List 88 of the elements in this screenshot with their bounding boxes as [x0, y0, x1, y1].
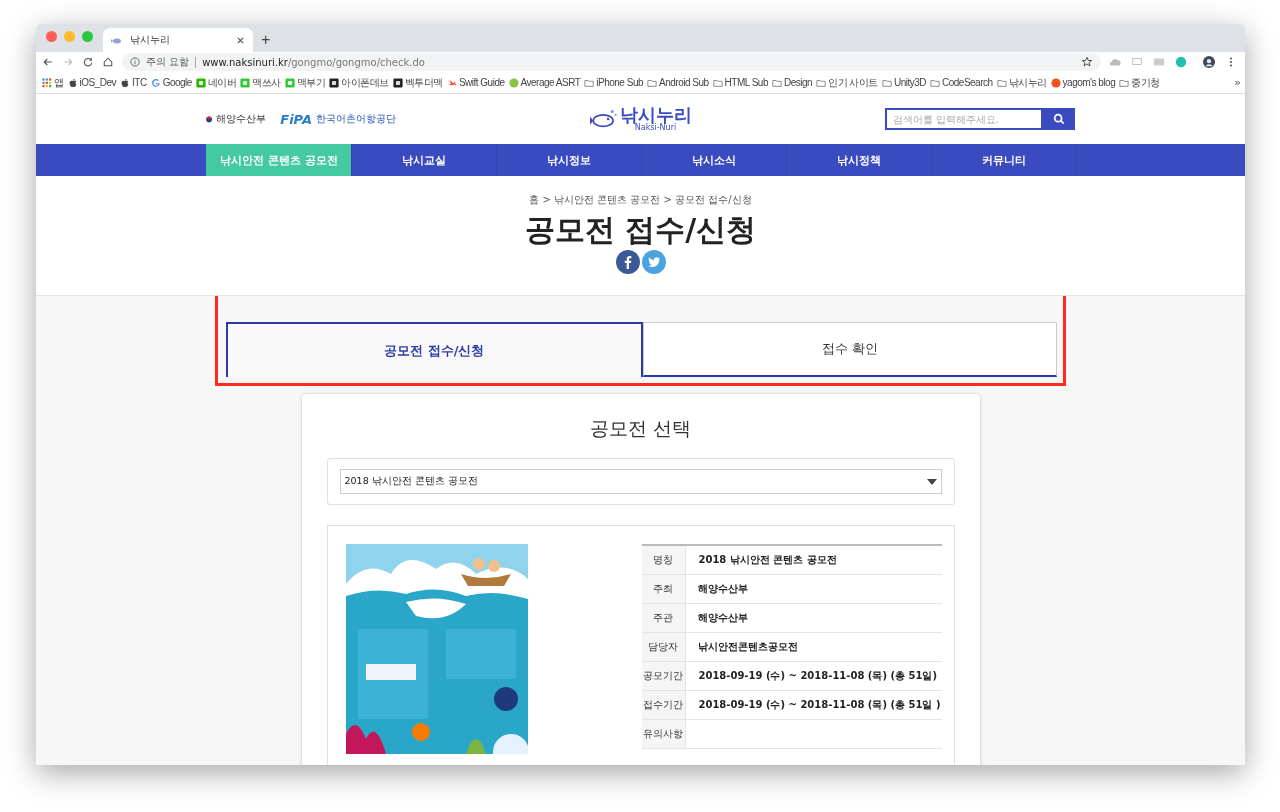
tab-title: 낚시누리	[130, 33, 171, 47]
agency-logo-text: 한국어촌어항공단	[316, 112, 396, 126]
bookmark[interactable]: 맥부기	[284, 75, 326, 90]
table-cell: 2018-09-19 (수) ~ 2018-11-08 (목) (총 51일 )	[685, 690, 942, 719]
square-icon	[392, 77, 403, 88]
bookmark[interactable]: CodeSearch	[930, 77, 993, 88]
folder-icon	[881, 77, 892, 88]
nav-item[interactable]: 낚시교실	[351, 144, 496, 176]
search-field[interactable]: 검색어를 입력해주세요.	[885, 108, 1043, 130]
contest-dropdown[interactable]: 2018 낚시안전 콘텐츠 공모전	[339, 469, 942, 494]
close-icon[interactable]	[236, 35, 245, 45]
table-header-cell: 명칭	[641, 545, 686, 574]
new-tab-button[interactable]: +	[253, 31, 279, 52]
ministry-logo-text: 해양수산부	[216, 112, 267, 126]
folder-icon	[996, 77, 1007, 88]
circle-icon	[508, 77, 519, 88]
bookmark[interactable]: 맥쓰사	[240, 75, 281, 90]
bookmark[interactable]: Design	[772, 77, 813, 88]
table-header-cell: 접수기간	[641, 690, 686, 719]
square-icon	[240, 77, 251, 88]
bookmark[interactable]: yagom's blog	[1050, 77, 1116, 88]
table-header-cell: 담당자	[641, 632, 686, 661]
square-icon	[284, 77, 295, 88]
table-cell: 해양수산부	[685, 603, 942, 632]
folder-icon	[816, 77, 827, 88]
bookmark[interactable]: Average ASRT	[508, 77, 581, 88]
table-header-cell: 주최	[641, 574, 686, 603]
square-icon	[195, 77, 206, 88]
folder-icon	[772, 77, 782, 88]
apps-grid-icon	[42, 77, 52, 88]
square-icon	[329, 77, 340, 88]
info-icon	[130, 57, 140, 67]
bookmark[interactable]: ITC	[120, 77, 147, 88]
more-bookmarks-button[interactable]: »	[1234, 76, 1241, 89]
table-cell: 해양수산부	[685, 574, 942, 603]
search-button[interactable]	[1043, 108, 1075, 130]
star-icon[interactable]	[1081, 56, 1093, 68]
bookmark[interactable]: 중기청	[1119, 75, 1160, 90]
site-logo-subtitle: Naksi-Nuri	[634, 124, 677, 132]
folder-icon	[712, 77, 723, 88]
browser-tab[interactable]: 낚시누리	[103, 28, 253, 52]
bookmark[interactable]: 네이버	[195, 75, 237, 90]
table-cell: 2018-09-19 (수) ~ 2018-11-08 (목) (총 51일)	[685, 661, 942, 690]
bookmark[interactable]: iPhone Sub	[584, 77, 643, 88]
nav-item[interactable]: 커뮤니티	[931, 144, 1076, 176]
folder-icon	[647, 77, 657, 88]
table-header-cell: 주관	[641, 603, 686, 632]
section-title: 공모전 선택	[588, 416, 692, 441]
nav-item[interactable]: 낚시정책	[786, 144, 931, 176]
bookmark[interactable]: HTML Sub	[712, 77, 768, 88]
folder-icon	[930, 77, 940, 88]
table-header-cell: 유의사항	[641, 719, 686, 748]
caret-icon	[926, 478, 937, 485]
site-logo-text[interactable]: 낚시누리	[619, 106, 692, 124]
circle-icon	[1050, 77, 1061, 88]
tab[interactable]: 공모전 접수/신청	[226, 322, 643, 377]
nav-item[interactable]: 낚시소식	[641, 144, 786, 176]
folder-icon	[1119, 77, 1130, 88]
breadcrumb: 홈 > 낚시안전 콘텐츠 공모전 > 공모전 접수/신청	[529, 193, 752, 207]
bookmark[interactable]: 앱	[42, 75, 64, 90]
bookmark[interactable]: 아이폰데브	[329, 75, 389, 90]
table-header-cell: 공모기간	[641, 661, 686, 690]
bookmark[interactable]: 낚시누리	[996, 75, 1047, 90]
table-cell: 2018 낚시안전 콘텐츠 공모전	[685, 545, 942, 574]
apple-icon	[67, 77, 78, 88]
google-icon	[150, 77, 161, 88]
bookmark[interactable]: iOS_Dev	[67, 77, 116, 88]
folder-icon	[584, 77, 595, 88]
nav-item[interactable]: 낚시정보	[496, 144, 641, 176]
bookmark[interactable]: Google	[150, 77, 192, 88]
search-icon	[1053, 113, 1065, 125]
home-icon[interactable]	[102, 56, 114, 68]
avatar-icon[interactable]	[1203, 56, 1215, 68]
bookmark[interactable]: Android Sub	[647, 77, 709, 88]
table-cell: 낚시안전콘텐츠공모전	[685, 632, 942, 661]
address-bar[interactable]: 주의 요함 www.naksinuri.kr/gongmo/gongmo/check.do	[122, 53, 1101, 71]
reload-icon[interactable]	[82, 56, 94, 68]
back-icon[interactable]	[42, 56, 54, 68]
agency-logo-mark: FiPA	[280, 111, 312, 127]
bookmark[interactable]: 벡투더맥	[392, 75, 443, 90]
bookmark[interactable]: 인기 사이트	[816, 75, 878, 90]
tab[interactable]: 접수 확인	[642, 322, 1057, 377]
bookmark[interactable]: Swift Guide	[446, 77, 505, 88]
page-title: 공모전 접수/신청	[524, 213, 757, 246]
facebook-icon[interactable]	[615, 250, 640, 274]
bookmark[interactable]: Unity3D	[881, 77, 926, 88]
fish-logo-icon	[589, 108, 618, 130]
apple-icon	[120, 77, 130, 88]
